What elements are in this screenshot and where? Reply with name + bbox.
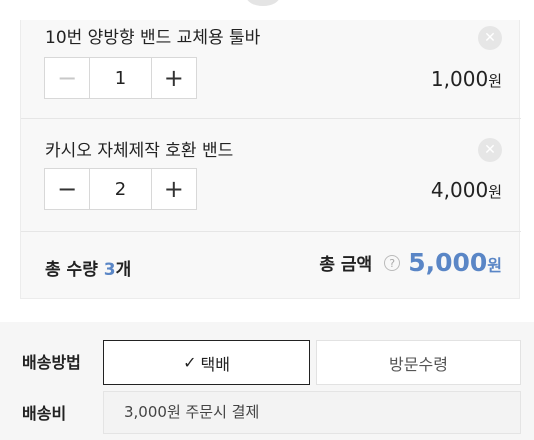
cart-summary-card: 10번 양방향 밴드 교체용 툴바 ✕ − 1 + 1,000원 카시오 자체제… [20, 20, 521, 299]
increment-button[interactable]: + [152, 169, 196, 209]
total-amount: 총 금액 ? 5,000원 [319, 248, 502, 277]
check-icon: ✓ [183, 353, 197, 372]
currency-unit: 원 [488, 72, 502, 90]
remove-item-button[interactable]: ✕ [478, 138, 502, 162]
quantity-value[interactable]: 1 [89, 58, 152, 98]
remove-item-button[interactable]: ✕ [478, 26, 502, 50]
currency-unit: 원 [487, 256, 502, 275]
shipping-option-parcel[interactable]: ✓ 택배 [103, 340, 310, 385]
currency-unit: 원 [488, 183, 502, 201]
total-amount-label: 총 금액 [319, 255, 373, 275]
total-amount-value: 5,000원 [408, 248, 502, 277]
close-icon: ✕ [484, 30, 496, 46]
help-icon[interactable]: ? [384, 254, 401, 271]
quantity-stepper: − 1 + [44, 57, 197, 99]
price-value: 4,000 [430, 178, 489, 202]
total-quantity-unit: 개 [115, 260, 132, 280]
shipping-option-pickup[interactable]: 방문수령 [316, 340, 521, 385]
total-amount-number: 5,000 [408, 248, 488, 277]
shipping-fee-label: 배송비 [22, 404, 67, 423]
shipping-option-label: 방문수령 [389, 354, 448, 374]
cart-item: 카시오 자체제작 호환 밴드 ✕ − 2 + 4,000원 [21, 118, 521, 232]
total-quantity-label: 총 수량 [45, 260, 98, 280]
total-quantity-value: 3 [103, 260, 116, 280]
decrement-button[interactable]: − [45, 169, 89, 209]
quantity-value[interactable]: 2 [89, 169, 152, 209]
increment-button[interactable]: + [152, 58, 196, 98]
decrement-button[interactable]: − [45, 58, 89, 98]
top-handle [246, 0, 280, 6]
item-price: 4,000원 [431, 178, 502, 202]
total-quantity: 총 수량 3개 [45, 255, 131, 280]
item-price: 1,000원 [431, 67, 502, 91]
item-name: 카시오 자체제작 호환 밴드 [45, 141, 234, 161]
shipping-fee-value: 3,000원 주문시 결제 [103, 391, 521, 434]
close-icon: ✕ [484, 142, 496, 158]
cart-item: 10번 양방향 밴드 교체용 툴바 ✕ − 1 + 1,000원 [21, 20, 521, 119]
order-total-row: 총 수량 3개 총 금액 ? 5,000원 [21, 231, 521, 299]
shipping-method-label: 배송방법 [22, 353, 81, 372]
shipping-option-label: 택배 [200, 354, 230, 374]
price-value: 1,000 [430, 67, 489, 91]
item-name: 10번 양방향 밴드 교체용 툴바 [45, 28, 261, 48]
quantity-stepper: − 2 + [44, 168, 197, 210]
